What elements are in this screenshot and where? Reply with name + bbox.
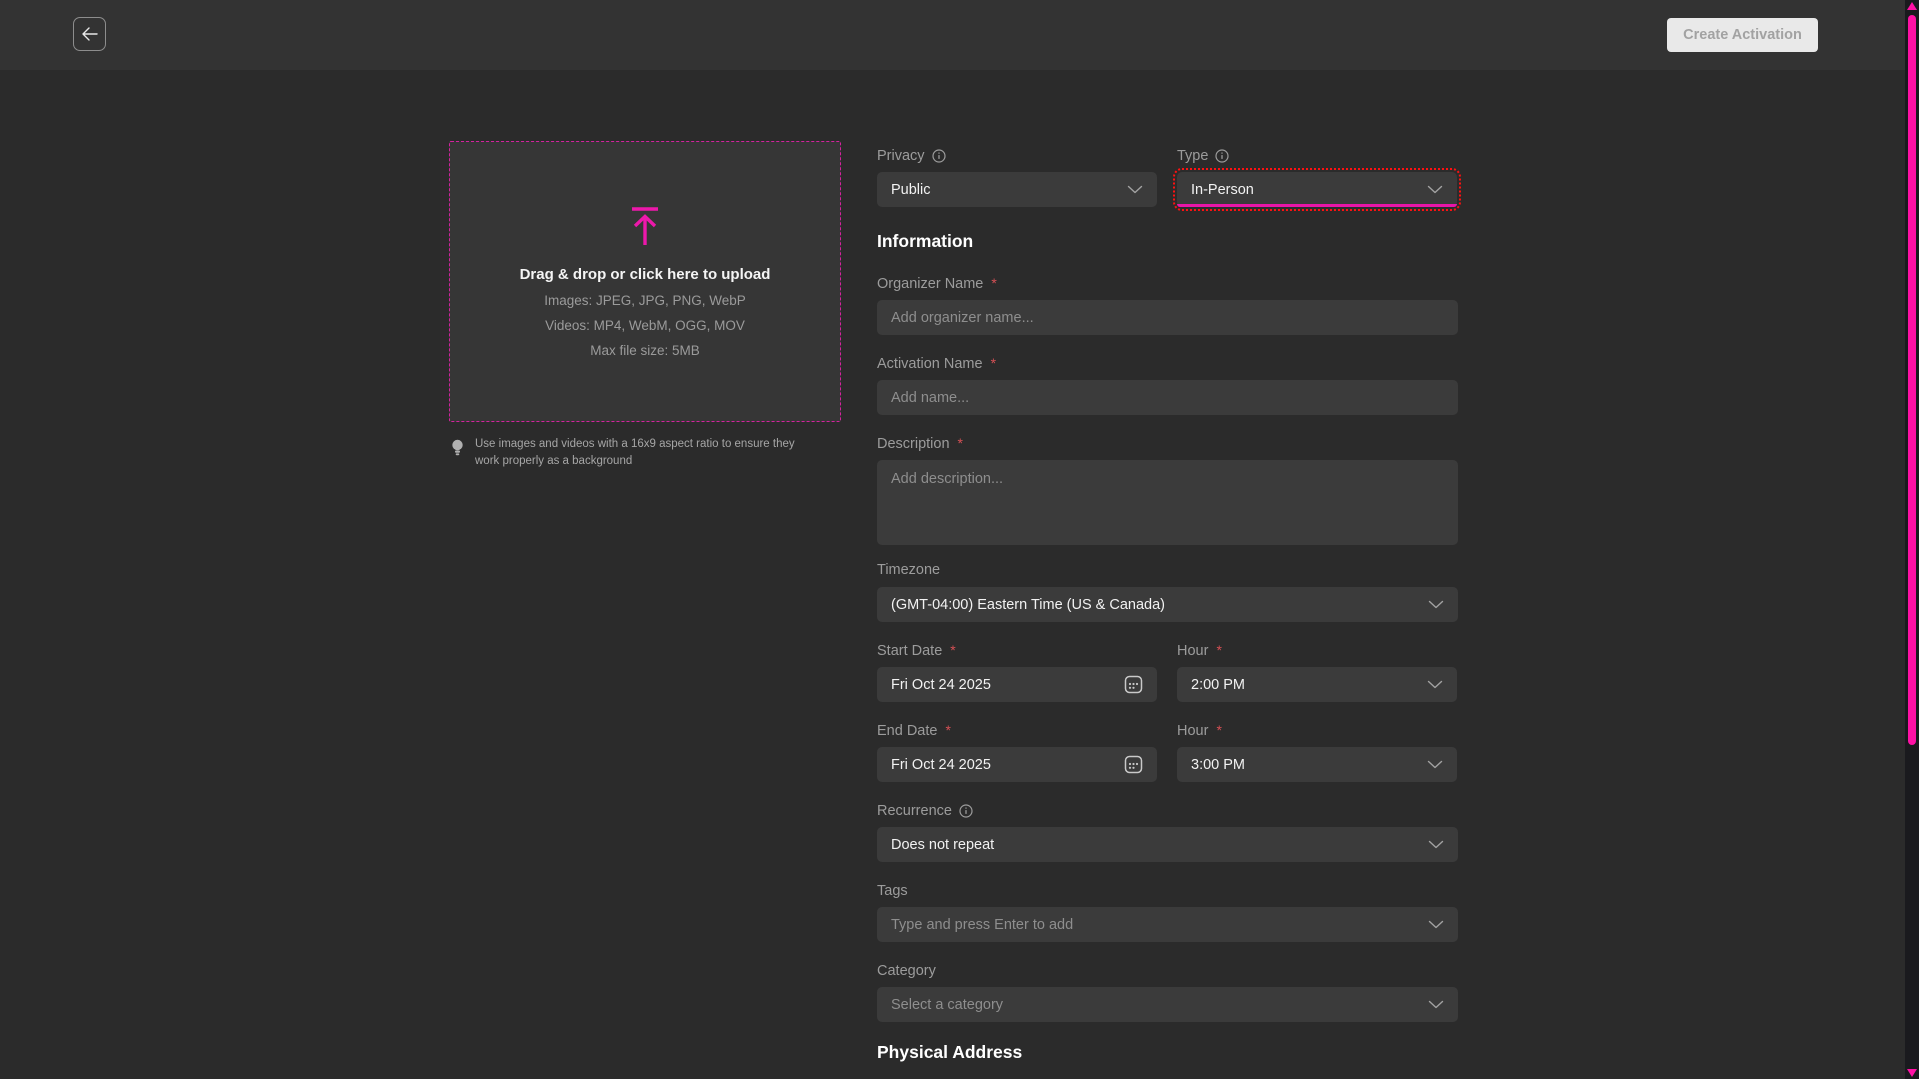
end-date-value: Fri Oct 24 2025	[891, 757, 991, 773]
end-date-label-text: End Date	[877, 723, 937, 739]
required-asterisk: *	[1216, 722, 1221, 738]
timezone-select[interactable]: (GMT-04:00) Eastern Time (US & Canada)	[877, 587, 1458, 622]
media-upload-section: Drag & drop or click here to upload Imag…	[449, 141, 841, 471]
recurrence-label-text: Recurrence	[877, 803, 952, 819]
privacy-label-text: Privacy	[877, 148, 925, 164]
description-label-text: Description	[877, 436, 950, 452]
recurrence-select[interactable]: Does not repeat	[877, 827, 1458, 862]
information-heading: Information	[877, 231, 1458, 252]
type-value: In-Person	[1191, 182, 1254, 198]
start-hour-label: Hour *	[1177, 642, 1457, 659]
organizer-name-input[interactable]	[877, 300, 1458, 335]
start-date-picker[interactable]: Fri Oct 24 2025	[877, 667, 1157, 702]
header-bar: Create Activation	[0, 0, 1905, 70]
start-hour-label-text: Hour	[1177, 643, 1208, 659]
privacy-value: Public	[891, 182, 931, 198]
upload-images-formats: Images: JPEG, JPG, PNG, WebP	[544, 293, 746, 308]
privacy-label: Privacy	[877, 147, 1157, 164]
lightbulb-icon	[451, 436, 464, 457]
upload-title: Drag & drop or click here to upload	[520, 266, 771, 283]
tags-label-text: Tags	[877, 883, 908, 899]
end-date-label: End Date *	[877, 722, 1157, 739]
activation-name-label-text: Activation Name	[877, 356, 983, 372]
tip-text: Use images and videos with a 16x9 aspect…	[475, 436, 799, 471]
chevron-down-icon	[1427, 760, 1443, 769]
end-hour-label: Hour *	[1177, 722, 1457, 739]
scroll-down-arrow-icon[interactable]	[1907, 1069, 1917, 1077]
tags-label: Tags	[877, 882, 1458, 899]
start-hour-value: 2:00 PM	[1191, 677, 1245, 693]
upload-arrow-icon	[628, 206, 662, 246]
start-date-label-text: Start Date	[877, 643, 942, 659]
chevron-down-icon	[1127, 185, 1143, 194]
privacy-select[interactable]: Public	[877, 172, 1157, 207]
timezone-label: Timezone	[877, 561, 1458, 578]
page-scrollbar[interactable]	[1905, 0, 1919, 1079]
start-date-label: Start Date *	[877, 642, 1157, 659]
recurrence-value: Does not repeat	[891, 837, 994, 853]
end-hour-value: 3:00 PM	[1191, 757, 1245, 773]
back-button[interactable]	[73, 17, 106, 51]
info-icon[interactable]	[932, 149, 946, 163]
required-asterisk: *	[1216, 642, 1221, 658]
scroll-up-arrow-icon[interactable]	[1907, 2, 1917, 10]
activation-name-label: Activation Name *	[877, 355, 1458, 372]
upload-max-size: Max file size: 5MB	[590, 343, 700, 358]
chevron-down-icon	[1428, 840, 1444, 849]
activation-form: Privacy Public	[877, 147, 1458, 1079]
chevron-down-icon	[1427, 185, 1443, 194]
chevron-down-icon	[1428, 600, 1444, 609]
description-textarea[interactable]	[877, 460, 1458, 545]
timezone-value: (GMT-04:00) Eastern Time (US & Canada)	[891, 597, 1165, 613]
calendar-icon[interactable]	[1124, 755, 1143, 774]
recurrence-label: Recurrence	[877, 802, 1458, 819]
category-placeholder: Select a category	[891, 997, 1003, 1013]
chevron-down-icon	[1428, 1000, 1444, 1009]
organizer-name-label-text: Organizer Name	[877, 276, 983, 292]
end-hour-label-text: Hour	[1177, 723, 1208, 739]
start-hour-select[interactable]: 2:00 PM	[1177, 667, 1457, 702]
upload-dropzone[interactable]: Drag & drop or click here to upload Imag…	[449, 141, 841, 422]
category-select[interactable]: Select a category	[877, 987, 1458, 1022]
end-hour-select[interactable]: 3:00 PM	[1177, 747, 1457, 782]
end-date-picker[interactable]: Fri Oct 24 2025	[877, 747, 1157, 782]
chevron-down-icon	[1428, 920, 1444, 929]
required-asterisk: *	[958, 435, 963, 451]
physical-address-heading: Physical Address	[877, 1042, 1458, 1063]
scrollbar-thumb[interactable]	[1908, 15, 1916, 745]
info-icon[interactable]	[1215, 149, 1229, 163]
create-activation-button[interactable]: Create Activation	[1667, 18, 1818, 52]
required-asterisk: *	[945, 722, 950, 738]
arrow-left-icon	[81, 26, 99, 42]
upload-videos-formats: Videos: MP4, WebM, OGG, MOV	[545, 318, 745, 333]
activation-name-input[interactable]	[877, 380, 1458, 415]
category-label: Category	[877, 962, 1458, 979]
start-date-value: Fri Oct 24 2025	[891, 677, 991, 693]
description-label: Description *	[877, 435, 1458, 452]
tags-combobox[interactable]: Type and press Enter to add	[877, 907, 1458, 942]
aspect-ratio-tip: Use images and videos with a 16x9 aspect…	[449, 436, 799, 471]
type-select[interactable]: In-Person	[1177, 172, 1457, 207]
required-asterisk: *	[991, 355, 996, 371]
type-label-text: Type	[1177, 148, 1208, 164]
type-label: Type	[1177, 147, 1457, 164]
required-asterisk: *	[991, 275, 996, 291]
chevron-down-icon	[1427, 680, 1443, 689]
info-icon[interactable]	[959, 804, 973, 818]
calendar-icon[interactable]	[1124, 675, 1143, 694]
required-asterisk: *	[950, 642, 955, 658]
category-label-text: Category	[877, 963, 936, 979]
organizer-name-label: Organizer Name *	[877, 275, 1458, 292]
timezone-label-text: Timezone	[877, 562, 940, 578]
tags-placeholder: Type and press Enter to add	[891, 917, 1073, 933]
